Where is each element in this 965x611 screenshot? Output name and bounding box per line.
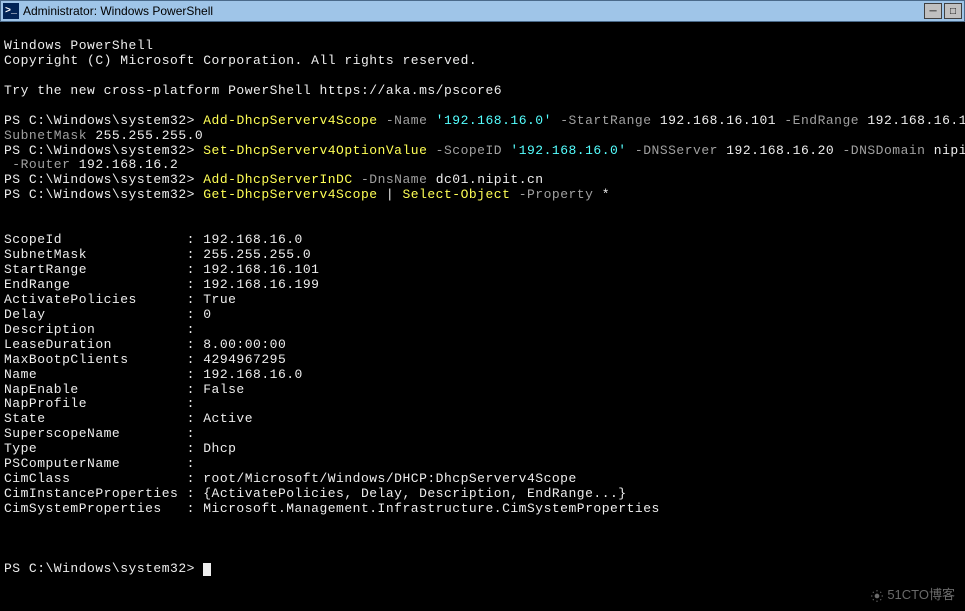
header-line: Windows PowerShell: [4, 38, 153, 53]
param: -ScopeID: [427, 143, 502, 158]
cmdlet: Set-DhcpServerv4OptionValue: [203, 143, 427, 158]
prompt: PS C:\Windows\system32>: [4, 187, 203, 202]
terminal-output[interactable]: Windows PowerShell Copyright (C) Microso…: [0, 22, 965, 579]
minimize-button[interactable]: ─: [924, 3, 942, 19]
param: -DNSServer: [627, 143, 718, 158]
maximize-button[interactable]: □: [944, 3, 962, 19]
value: 192.168.16.2: [70, 157, 178, 172]
cursor: [203, 563, 211, 576]
window-controls: ─ □: [924, 3, 962, 19]
param: -EndRange: [776, 113, 859, 128]
value: 192.168.16.20: [718, 143, 834, 158]
pipe: |: [378, 187, 403, 202]
prompt: PS C:\Windows\system32>: [4, 113, 203, 128]
prompt: PS C:\Windows\system32>: [4, 143, 203, 158]
param: -Property: [510, 187, 593, 202]
prompt: PS C:\Windows\system32>: [4, 561, 203, 576]
powershell-icon: >_: [3, 3, 19, 19]
value: 255.255.255.0: [87, 128, 203, 143]
cmdlet: Select-Object: [402, 187, 510, 202]
value: *: [593, 187, 610, 202]
value: 192.168.16.199: [859, 113, 965, 128]
param: -DnsName: [353, 172, 428, 187]
param: -StartRange: [552, 113, 652, 128]
value: '192.168.16.0': [427, 113, 552, 128]
window-title: Administrator: Windows PowerShell: [23, 4, 924, 18]
prompt: PS C:\Windows\system32>: [4, 172, 203, 187]
param: SubnetMask: [4, 128, 87, 143]
cmdlet: Add-DhcpServerv4Scope: [203, 113, 377, 128]
output-block: ScopeId : 192.168.16.0 SubnetMask : 255.…: [4, 233, 961, 517]
param: -Name: [378, 113, 428, 128]
titlebar[interactable]: >_ Administrator: Windows PowerShell ─ □: [0, 0, 965, 22]
value: 192.168.16.101: [652, 113, 777, 128]
cmdlet: Get-DhcpServerv4Scope: [203, 187, 377, 202]
value: nipit.cn: [926, 143, 965, 158]
watermark: 51CTO博客: [870, 584, 955, 603]
param: -Router: [4, 157, 70, 172]
header-copyright: Copyright (C) Microsoft Corporation. All…: [4, 53, 477, 68]
header-tip: Try the new cross-platform PowerShell ht…: [4, 83, 502, 98]
cmdlet: Add-DhcpServerInDC: [203, 172, 352, 187]
param: -DNSDomain: [834, 143, 925, 158]
value: dc01.nipit.cn: [427, 172, 543, 187]
value: '192.168.16.0': [502, 143, 627, 158]
